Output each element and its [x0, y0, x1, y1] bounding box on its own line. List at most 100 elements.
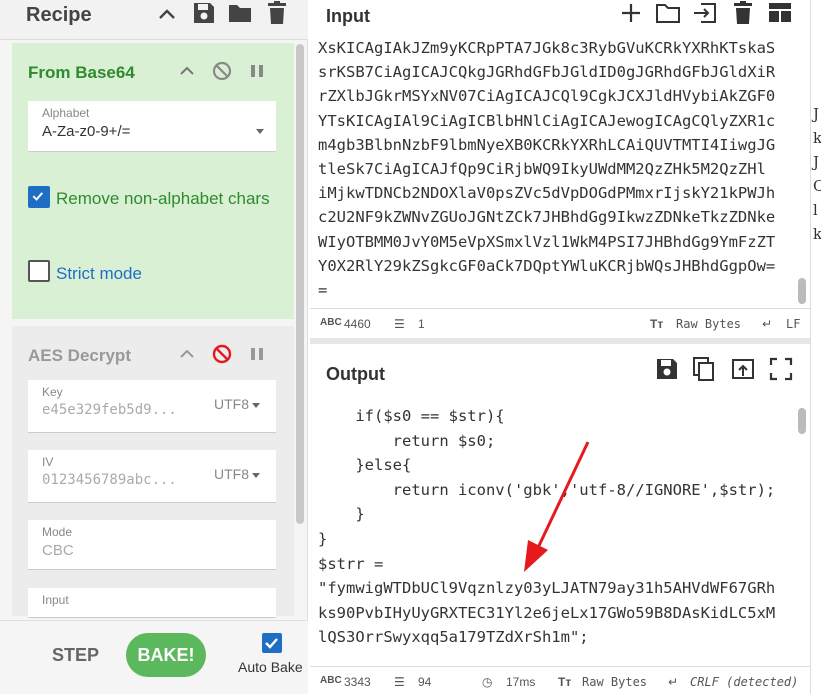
output-scrollbar[interactable]	[798, 408, 806, 434]
iv-label: IV	[42, 455, 54, 469]
input-textarea[interactable]: XsKICAgIAkJZm9yKCRpPTA7JGk8c3RybGVuKCRkY…	[318, 36, 802, 302]
background-window-edge: JkJClk	[810, 0, 821, 694]
clock-icon: ◷	[482, 675, 493, 689]
import-icon[interactable]	[692, 0, 718, 26]
bake-time: 17ms	[506, 675, 536, 689]
key-field[interactable]: Key e45e329feb5d9... UTF8	[28, 380, 276, 433]
step-button[interactable]: STEP	[52, 645, 99, 666]
lines-icon: ☰	[394, 317, 405, 331]
pause-icon[interactable]	[246, 60, 268, 82]
pause-icon[interactable]	[246, 343, 268, 365]
save-icon[interactable]	[191, 0, 217, 26]
alphabet-field[interactable]: Alphabet A-Za-z0-9+/=	[28, 101, 276, 152]
input-title: Input	[326, 6, 370, 26]
mode-value: CBC	[42, 542, 74, 559]
input-statusbar: ABC 4460 ☰ 1 Tт Raw Bytes ↵ LF	[310, 308, 810, 336]
input-line: =	[318, 281, 328, 300]
operation-title: AES Decrypt	[28, 346, 131, 365]
output-line: lQS3OrrSwyxqq5a179TZdXrSh1m";	[318, 628, 589, 647]
recipe-title: Recipe	[26, 4, 92, 26]
key-label: Key	[42, 385, 63, 399]
input-line: YTsKICAgIAl9CiAgICBlbHNlCiAgICAJewogICAg…	[318, 111, 776, 130]
lines-icon: ☰	[394, 675, 405, 689]
input-line-count: 1	[418, 317, 425, 331]
operation-aes-decrypt[interactable]: AES Decrypt Key e45e329feb5d9... UTF8 IV…	[12, 326, 294, 618]
remove-non-alphabet-label[interactable]: Remove non-alphabet chars	[56, 189, 270, 209]
disable-icon[interactable]	[211, 60, 233, 82]
input-format-field[interactable]: Input	[28, 588, 276, 618]
input-eol[interactable]: LF	[786, 317, 800, 331]
strict-mode-checkbox[interactable]	[28, 260, 50, 282]
iv-value: 0123456789abc...	[42, 472, 177, 488]
input-scrollbar[interactable]	[798, 278, 806, 304]
remove-non-alphabet-checkbox[interactable]	[28, 186, 50, 208]
maximize-icon[interactable]	[768, 356, 794, 382]
return-icon: ↵	[762, 317, 773, 331]
chevron-down-icon[interactable]	[253, 123, 264, 141]
edge-glyph: k	[813, 126, 821, 150]
mode-field[interactable]: Mode CBC	[28, 520, 276, 570]
char-count-icon: ABC	[320, 675, 342, 686]
output-raw-bytes[interactable]: Raw Bytes	[582, 675, 647, 689]
output-line: return iconv('gbk','utf-8//IGNORE',$str)…	[318, 480, 776, 499]
auto-bake-checkbox[interactable]	[262, 633, 282, 653]
key-value: e45e329feb5d9...	[42, 402, 177, 418]
chevron-down-icon	[252, 402, 260, 408]
output-textarea[interactable]: if($s0 == $str){ return $s0; }else{ retu…	[318, 404, 802, 650]
output-line: }	[318, 529, 328, 548]
output-statusbar: ABC 3343 ☰ 94 ◷ 17ms Tт Raw Bytes ↵ CRLF…	[310, 666, 810, 694]
output-line: ks90PvbIHyUyGRXTEC31Yl2e6jeLx17GWo59B8DA…	[318, 603, 776, 622]
copy-icon[interactable]	[691, 356, 717, 382]
output-line: }else{	[318, 456, 412, 475]
recipe-scrollbar[interactable]	[296, 44, 304, 524]
layout-icon[interactable]	[767, 0, 793, 26]
key-encoding-select[interactable]: UTF8	[214, 396, 260, 412]
input-raw-bytes[interactable]: Raw Bytes	[676, 317, 741, 331]
edge-glyph: l	[813, 201, 818, 219]
edge-glyph: J	[813, 105, 820, 123]
save-icon[interactable]	[654, 356, 680, 382]
text-format-icon: Tт	[558, 675, 572, 689]
chevron-up-icon[interactable]	[176, 60, 198, 82]
input-line: Y0X2RlY29kZSgkcGF0aCk7DQptYWluKCRjbWQsJH…	[318, 256, 776, 275]
open-folder-icon[interactable]	[655, 0, 681, 26]
strict-mode-label[interactable]: Strict mode	[56, 264, 142, 284]
iv-encoding-select[interactable]: UTF8	[214, 466, 260, 482]
edge-glyph: C	[813, 174, 821, 198]
recipe-footer: STEP BAKE! Auto Bake	[0, 620, 308, 694]
edge-text: JkJClk	[813, 102, 821, 246]
operation-title: From Base64	[28, 63, 135, 82]
output-line: }	[318, 505, 365, 524]
input-line: srKSB7CiAgICAJCQkgJGRhdGFbJGldID0gJGRhdG…	[318, 63, 776, 82]
output-line: return $s0;	[318, 431, 496, 450]
chevron-up-icon[interactable]	[176, 343, 198, 365]
add-icon[interactable]	[618, 0, 644, 26]
input-panel: Input XsKICAgIAkJZm9yKCRpPTA7JGk8c3RybGV…	[310, 0, 810, 338]
alphabet-value: A-Za-z0-9+/=	[42, 123, 131, 140]
trash-icon[interactable]	[730, 0, 756, 26]
output-line-count: 94	[418, 675, 432, 689]
edge-glyph: J	[813, 153, 820, 171]
iv-field[interactable]: IV 0123456789abc... UTF8	[28, 450, 276, 503]
input-line: iMjkwTDNCb2NDOXlaV0psZVc5dVpDOGdPMmxrIjs…	[318, 184, 776, 203]
alphabet-label: Alphabet	[42, 106, 90, 120]
operation-from-base64[interactable]: From Base64 Alphabet A-Za-z0-9+/= Remove…	[12, 43, 294, 319]
output-line: "fymwigWTDbUCl9Vqznlzy03yLJATN79ay31h5AH…	[318, 579, 776, 598]
replace-input-icon[interactable]	[730, 356, 756, 382]
input-line: rZXlbJGkrMSYxNV07CiAgICAJCQl9CgkJCXJldHV…	[318, 87, 776, 106]
recipe-panel: Recipe From Base64 Alphabet A-Za-z0-9+/=	[0, 0, 308, 694]
input-line: WIyOTBMM0JvY0M5eVpXSmxlVzl1WkM4PSI7JHBhd…	[318, 232, 776, 251]
input-format-label: Input	[42, 593, 69, 607]
folder-icon[interactable]	[227, 0, 253, 26]
output-eol[interactable]: CRLF (detected)	[690, 675, 798, 689]
output-title: Output	[326, 364, 385, 384]
bake-button[interactable]: BAKE!	[126, 633, 206, 677]
input-char-count: 4460	[344, 317, 371, 331]
trash-icon[interactable]	[264, 0, 290, 26]
disable-icon[interactable]	[211, 343, 233, 365]
output-char-count: 3343	[344, 675, 371, 689]
collapse-icon[interactable]	[154, 2, 180, 28]
auto-bake-label[interactable]: Auto Bake	[238, 659, 303, 675]
output-header: Output	[310, 344, 810, 400]
char-count-icon: ABC	[320, 317, 342, 328]
